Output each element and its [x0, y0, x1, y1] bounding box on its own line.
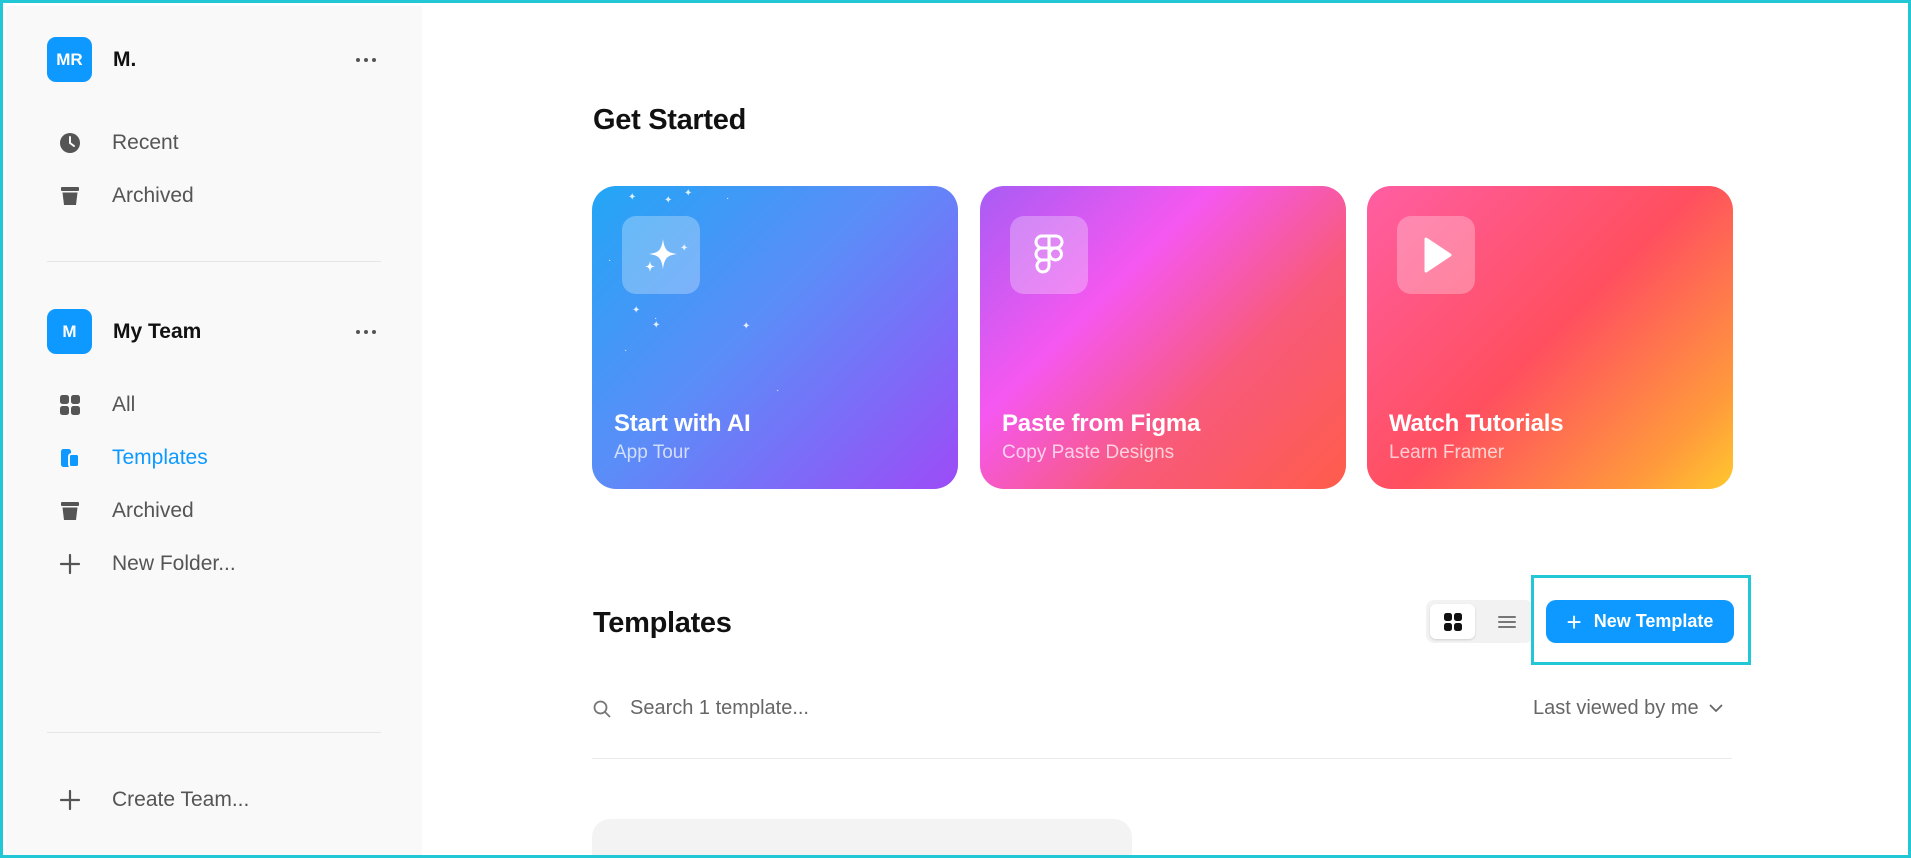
sidebar: MR M. Recent Archived M My Team All Temp… — [6, 6, 422, 855]
sidebar-item-recent[interactable]: Recent — [58, 125, 179, 161]
new-template-button[interactable]: + New Template — [1546, 600, 1734, 643]
sidebar-item-label: All — [112, 393, 136, 416]
team-name: My Team — [113, 319, 202, 343]
sort-label: Last viewed by me — [1533, 697, 1699, 719]
grid-icon — [1443, 612, 1462, 631]
start-with-ai-card[interactable]: ✦ ✦ ✦ · · ✦ ✦ · ✦ ✦ · · Start with AI Ap… — [592, 186, 958, 489]
sidebar-item-templates[interactable]: Templates — [58, 440, 208, 476]
search-icon — [593, 700, 611, 717]
sidebar-divider — [47, 261, 381, 262]
workspace-name: M. — [113, 47, 137, 71]
create-team-button[interactable]: Create Team... — [58, 782, 249, 818]
create-team-label: Create Team... — [112, 788, 250, 811]
sidebar-item-label: Archived — [112, 499, 194, 522]
card-subtitle: Copy Paste Designs — [1002, 442, 1175, 463]
sidebar-item-all[interactable]: All — [58, 387, 135, 423]
templates-icon — [58, 446, 82, 470]
plus-icon: + — [1566, 606, 1582, 637]
sidebar-item-label: Recent — [112, 131, 179, 154]
chevron-down-icon — [1709, 704, 1723, 712]
app-window: MR M. Recent Archived M My Team All Temp… — [0, 0, 1911, 858]
card-title: Paste from Figma — [1002, 410, 1201, 437]
card-title: Start with AI — [614, 410, 751, 437]
sidebar-item-label: Templates — [112, 446, 208, 469]
team-more-icon[interactable] — [351, 321, 381, 343]
archive-icon — [58, 499, 82, 523]
figma-icon — [1010, 216, 1088, 294]
paste-from-figma-card[interactable]: Paste from Figma Copy Paste Designs — [980, 186, 1346, 489]
card-subtitle: Learn Framer — [1389, 442, 1505, 463]
workspace-header[interactable]: MR M. — [47, 37, 381, 82]
sidebar-item-label: New Folder... — [112, 552, 236, 575]
template-search[interactable]: Search 1 template... — [593, 697, 809, 720]
grid-icon — [58, 393, 82, 417]
search-input[interactable]: Search 1 template... — [630, 697, 809, 720]
card-title: Watch Tutorials — [1389, 410, 1564, 437]
archive-icon — [58, 184, 82, 208]
sidebar-item-label: Archived — [112, 184, 194, 207]
workspace-avatar: MR — [47, 37, 92, 82]
play-icon — [1397, 216, 1475, 294]
sidebar-divider — [47, 732, 381, 733]
list-icon — [1497, 615, 1516, 628]
sidebar-item-archived-team[interactable]: Archived — [58, 493, 194, 529]
sidebar-item-new-folder[interactable]: New Folder... — [58, 546, 236, 582]
template-card[interactable] — [592, 819, 1132, 855]
templates-title: Templates — [593, 607, 732, 639]
workspace-more-icon[interactable] — [351, 49, 381, 71]
content-divider — [592, 758, 1732, 759]
sidebar-item-archived[interactable]: Archived — [58, 178, 194, 214]
team-header[interactable]: M My Team — [47, 309, 381, 354]
get-started-title: Get Started — [593, 104, 747, 136]
sort-dropdown[interactable]: Last viewed by me — [1533, 697, 1723, 720]
plus-icon — [58, 788, 82, 812]
plus-icon — [58, 552, 82, 576]
watch-tutorials-card[interactable]: Watch Tutorials Learn Framer — [1367, 186, 1733, 489]
grid-view-button[interactable] — [1430, 604, 1475, 639]
team-avatar: M — [47, 309, 92, 354]
card-subtitle: App Tour — [614, 442, 690, 463]
list-view-button[interactable] — [1484, 604, 1529, 639]
sparkle-icon — [622, 216, 700, 294]
new-template-label: New Template — [1593, 611, 1714, 631]
clock-icon — [58, 131, 82, 155]
view-toggle — [1426, 600, 1533, 643]
